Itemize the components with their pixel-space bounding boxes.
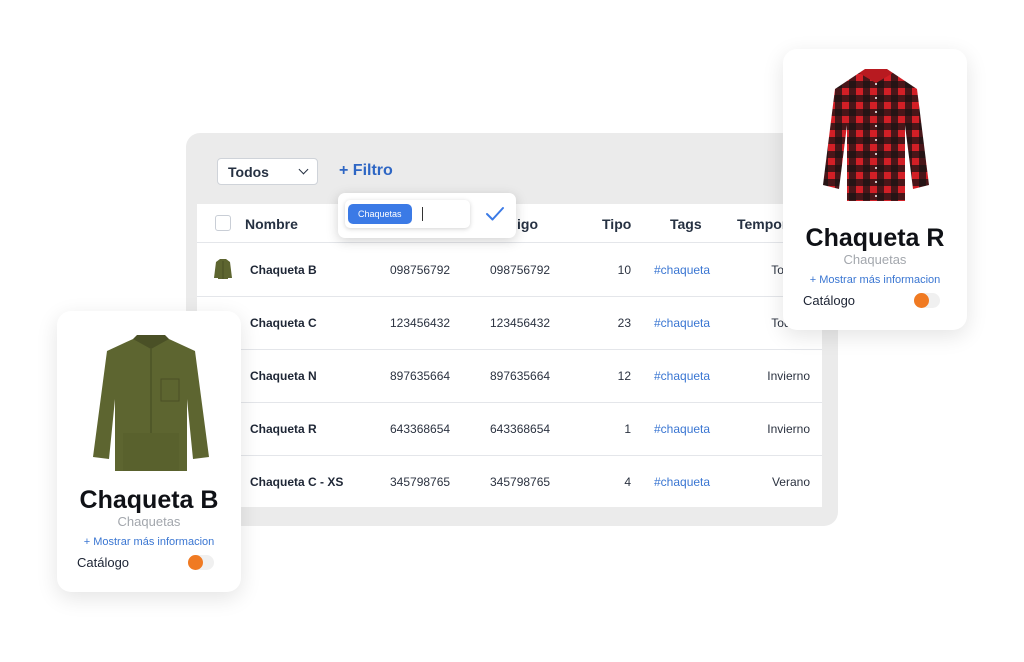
col-tipo[interactable]: Tipo bbox=[602, 216, 631, 232]
row-name: Chaqueta B bbox=[250, 263, 317, 277]
row-tag[interactable]: #chaqueta bbox=[654, 475, 710, 489]
shirt-image bbox=[823, 69, 929, 201]
row-code: 643368654 bbox=[390, 422, 451, 436]
col-tags[interactable]: Tags bbox=[670, 216, 702, 232]
jacket-thumbnail bbox=[214, 259, 232, 279]
row-name: Chaqueta R bbox=[250, 422, 317, 436]
row-tag[interactable]: #chaqueta bbox=[654, 263, 710, 277]
row-code: 897635664 bbox=[390, 369, 451, 383]
row-name: Chaqueta N bbox=[250, 369, 317, 383]
row-code: 345798765 bbox=[390, 475, 451, 489]
row-name: Chaqueta C - XS bbox=[250, 475, 344, 489]
show-more-link[interactable]: + Mostrar más informacion bbox=[783, 274, 967, 286]
table-row[interactable]: Chaqueta C - XS 345798765 345798765 4 #c… bbox=[197, 455, 822, 508]
table-row[interactable]: Chaqueta N 897635664 897635664 12 #chaqu… bbox=[197, 349, 822, 403]
col-temporada[interactable]: Tempor bbox=[737, 216, 787, 232]
col-nombre[interactable]: Nombre bbox=[245, 216, 298, 232]
row-tipo: 10 bbox=[617, 263, 631, 277]
filter-input[interactable]: Chaquetas bbox=[345, 200, 470, 228]
filter-popup: Chaquetas bbox=[338, 193, 516, 238]
status-dropdown[interactable]: Todos bbox=[217, 158, 318, 185]
products-table: Nombre igo Tipo Tags Tempor Chaqueta B 0… bbox=[197, 204, 822, 507]
row-tipo: 1 bbox=[624, 422, 631, 436]
add-filter-button[interactable]: + Filtro bbox=[339, 162, 393, 180]
catalog-toggle[interactable] bbox=[188, 555, 214, 570]
table-row[interactable]: Chaqueta C 123456432 123456432 23 #chaqu… bbox=[197, 296, 822, 350]
catalog-label: Catálogo bbox=[803, 293, 856, 308]
product-card-r[interactable]: Chaqueta R Chaquetas + Mostrar más infor… bbox=[783, 49, 967, 330]
card-subtitle: Chaquetas bbox=[843, 252, 907, 267]
table-row[interactable]: Chaqueta R 643368654 643368654 1 #chaque… bbox=[197, 402, 822, 456]
card-title: Chaqueta R bbox=[805, 224, 945, 252]
row-temporada: Invierno bbox=[767, 369, 810, 383]
row-temporada: Verano bbox=[771, 475, 810, 489]
row-tipo: 4 bbox=[624, 475, 631, 489]
row-code: 098756792 bbox=[490, 263, 551, 277]
row-tipo: 23 bbox=[617, 316, 631, 330]
card-subtitle: Chaquetas bbox=[117, 514, 181, 529]
catalog-label: Catálogo bbox=[77, 555, 130, 570]
card-title: Chaqueta B bbox=[79, 486, 219, 514]
table-row[interactable]: Chaqueta B 098756792 098756792 10 #chaqu… bbox=[197, 243, 822, 297]
row-code: 643368654 bbox=[490, 422, 551, 436]
show-more-link[interactable]: + Mostrar más informacion bbox=[57, 536, 241, 548]
product-card-b[interactable]: Chaqueta B Chaquetas + Mostrar más infor… bbox=[57, 311, 241, 592]
catalog-toggle[interactable] bbox=[914, 293, 940, 308]
chevron-down-icon bbox=[298, 164, 309, 175]
row-tag[interactable]: #chaqueta bbox=[654, 369, 710, 383]
row-tipo: 12 bbox=[617, 369, 631, 383]
row-code: 123456432 bbox=[390, 316, 451, 330]
check-icon[interactable] bbox=[485, 205, 505, 223]
toggle-knob bbox=[188, 555, 203, 570]
row-tag[interactable]: #chaqueta bbox=[654, 422, 710, 436]
toggle-knob bbox=[914, 293, 929, 308]
select-all-checkbox[interactable] bbox=[215, 215, 231, 231]
row-code: 123456432 bbox=[490, 316, 551, 330]
row-code: 897635664 bbox=[490, 369, 551, 383]
filter-chip[interactable]: Chaquetas bbox=[348, 204, 412, 224]
row-code: 098756792 bbox=[390, 263, 451, 277]
row-code: 345798765 bbox=[490, 475, 551, 489]
dropdown-value: Todos bbox=[228, 163, 269, 180]
col-codigo[interactable]: igo bbox=[517, 216, 538, 232]
row-tag[interactable]: #chaqueta bbox=[654, 316, 710, 330]
row-name: Chaqueta C bbox=[250, 316, 317, 330]
jacket-image bbox=[93, 335, 209, 471]
row-temporada: Invierno bbox=[767, 422, 810, 436]
text-caret bbox=[422, 207, 423, 221]
